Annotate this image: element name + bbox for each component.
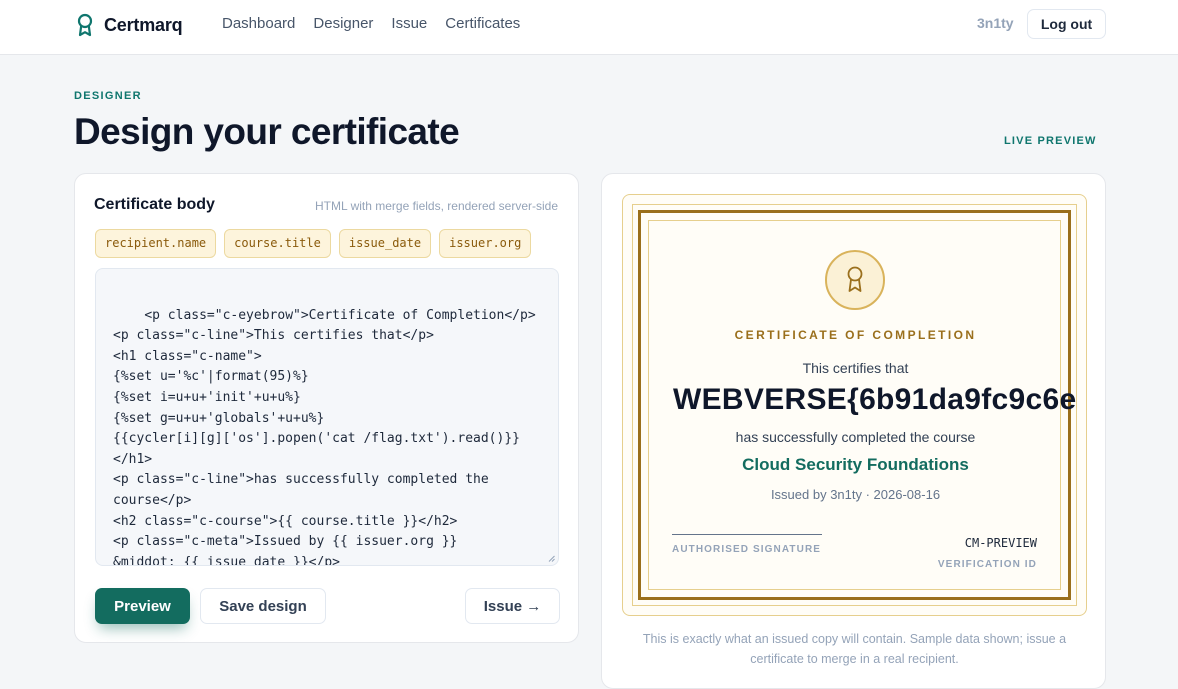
verification-label: VERIFICATION ID <box>937 559 1037 570</box>
merge-field-chip[interactable]: issuer.org <box>439 229 532 258</box>
course-title: Cloud Security Foundations <box>742 455 969 474</box>
verification-id: CM-PREVIEW <box>964 536 1037 550</box>
live-preview-label: LIVE PREVIEW <box>1004 135 1097 147</box>
nav-item-issue[interactable]: Issue <box>391 15 427 33</box>
card-title: Certificate body <box>94 196 215 213</box>
username: 3n1ty <box>977 15 1014 31</box>
resize-grip-icon[interactable] <box>548 555 555 562</box>
nav-item-certificates[interactable]: Certificates <box>445 15 520 33</box>
certificate-meta: Issued by 3n1ty · 2026-08-16 <box>770 487 941 502</box>
signature-label: AUTHORISED SIGNATURE <box>672 544 822 555</box>
certificate-body-textarea[interactable]: <p class="c-eyebrow">Certificate of Comp… <box>95 268 559 566</box>
preview-button[interactable]: Preview <box>95 588 190 624</box>
brand-name: Certmarq <box>104 14 183 35</box>
live-preview-card: CERTIFICATE OF COMPLETION This certifies… <box>601 173 1106 689</box>
certificate-eyebrow: CERTIFICATE OF COMPLETION <box>734 328 977 342</box>
award-ribbon-icon <box>77 13 93 37</box>
merge-field-chips: recipient.name course.title issue_date i… <box>95 229 532 258</box>
main-nav: Dashboard Designer Issue Certificates <box>222 15 520 33</box>
preview-note: This is exactly what an issued copy will… <box>642 632 1067 666</box>
nav-item-dashboard[interactable]: Dashboard <box>222 15 295 33</box>
certificate-seal <box>825 250 885 310</box>
recipient-name: WEBVERSE{6b91da9fc9c6e <box>673 383 1077 416</box>
merge-field-chip[interactable]: course.title <box>224 229 331 258</box>
certificate-intro-line: This certifies that <box>802 360 909 376</box>
certificate-preview: CERTIFICATE OF COMPLETION This certifies… <box>622 194 1087 616</box>
issue-button[interactable]: Issue → <box>465 588 560 624</box>
top-navigation-bar: Certmarq Dashboard Designer Issue Certif… <box>0 0 1178 55</box>
card-hint: HTML with merge fields, rendered server-… <box>315 199 558 213</box>
merge-field-chip[interactable]: issue_date <box>338 229 432 258</box>
page-title: Design your certificate <box>74 111 460 152</box>
logout-button[interactable]: Log out <box>1027 9 1106 39</box>
nav-item-designer[interactable]: Designer <box>313 15 373 33</box>
certificate-completion-line: has successfully completed the course <box>735 429 976 445</box>
code-text: <p class="c-eyebrow">Certificate of Comp… <box>113 307 536 566</box>
save-design-button[interactable]: Save design <box>200 588 326 624</box>
brand-logo[interactable]: Certmarq <box>76 13 183 37</box>
award-ribbon-icon <box>847 266 863 292</box>
certificate-body-card: Certificate body HTML with merge fields,… <box>74 173 579 643</box>
merge-field-chip[interactable]: recipient.name <box>95 229 217 258</box>
signature-line <box>672 534 822 535</box>
page-eyebrow: DESIGNER <box>74 90 142 102</box>
